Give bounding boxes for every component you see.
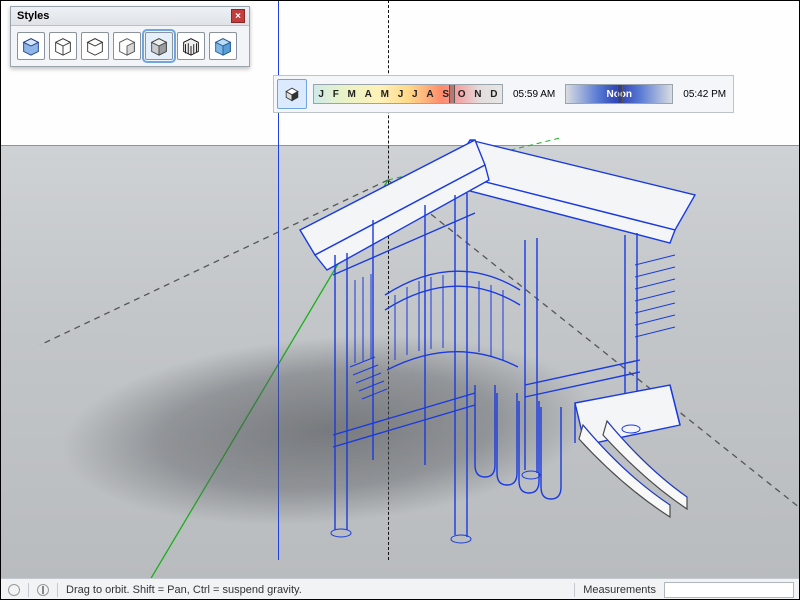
style-hidden-line[interactable]: [81, 32, 109, 60]
horizon-line: [0, 145, 800, 146]
time-slider-handle[interactable]: [617, 84, 623, 104]
measurements-label: Measurements: [575, 584, 664, 596]
month-letters: JFMAMJJASOND: [314, 85, 502, 103]
style-xray[interactable]: [209, 32, 237, 60]
styles-panel-titlebar[interactable]: Styles ×: [11, 7, 249, 26]
help-icon[interactable]: [8, 584, 20, 596]
sunset-time: 05:42 PM: [679, 89, 730, 100]
time-slider[interactable]: Noon: [565, 84, 673, 104]
sunrise-time: 05:59 AM: [509, 89, 559, 100]
style-monochrome[interactable]: [145, 32, 173, 60]
shadows-toolbar[interactable]: JFMAMJJASOND 05:59 AM Noon 05:42 PM: [273, 75, 734, 113]
style-wireframe[interactable]: [49, 32, 77, 60]
date-slider[interactable]: JFMAMJJASOND: [313, 84, 503, 104]
shadow-toggle-button[interactable]: [277, 79, 307, 109]
styles-panel-title: Styles: [17, 10, 49, 22]
status-bar: Drag to orbit. Shift = Pan, Ctrl = suspe…: [0, 578, 800, 600]
style-sketchy-edges[interactable]: [177, 32, 205, 60]
close-icon[interactable]: ×: [231, 9, 245, 23]
info-icon[interactable]: [37, 584, 49, 596]
statusbar-hint: Drag to orbit. Shift = Pan, Ctrl = suspe…: [58, 584, 310, 596]
measurements-input[interactable]: [664, 582, 794, 598]
date-slider-handle[interactable]: [449, 84, 455, 104]
styles-swatch-row: [11, 26, 249, 66]
style-shaded-textures[interactable]: [17, 32, 45, 60]
style-shaded[interactable]: [113, 32, 141, 60]
styles-panel[interactable]: Styles ×: [10, 6, 250, 67]
